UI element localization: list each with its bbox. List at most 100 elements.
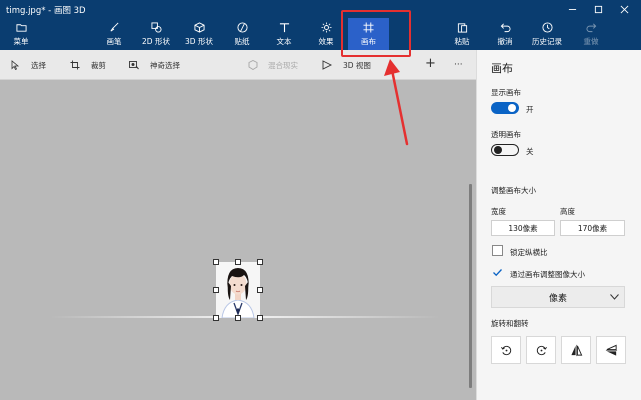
check-icon[interactable] [492,267,503,278]
annotation-arrow [384,59,409,146]
magic-select-label: 神奇选择 [150,60,180,70]
3d-view-icon [322,60,332,70]
paste-label: 粘贴 [454,36,470,46]
resize-handle-bottom-left[interactable] [213,315,219,321]
width-label: 宽度 [491,207,506,216]
rotate-left-button[interactable] [491,336,521,364]
history-button[interactable]: 历史记录 [529,18,565,50]
window-title: timg.jpg* - 画图 3D [6,6,86,16]
tab-effects[interactable]: 效果 [312,18,340,50]
show-canvas-toggle[interactable] [491,102,519,114]
mixed-reality-tool[interactable]: 混合现实 [248,58,298,72]
crop-icon [70,60,80,70]
transparent-canvas-label: 透明画布 [491,130,521,139]
rotate-right-icon [536,345,547,355]
add-button[interactable]: + [425,55,436,71]
select-tool[interactable]: 选择 [10,58,46,72]
unit-value: 像素 [548,293,567,304]
vertical-scrollbar[interactable] [469,184,472,388]
transparent-canvas-toggle[interactable] [491,144,519,156]
history-icon [541,21,553,33]
toggle-knob [494,145,502,154]
undo-label: 撤消 [497,36,513,46]
unit-dropdown[interactable]: 像素 [491,286,625,308]
resize-canvas-header: 调整画布大小 [491,186,536,195]
tab-brushes-label: 画笔 [106,36,122,46]
tab-stickers[interactable]: 贴纸 [228,18,256,50]
mixed-reality-label: 混合现实 [268,60,298,70]
mixed-reality-icon [248,60,258,70]
redo-label: 重做 [583,36,599,46]
canvas-image[interactable] [216,262,260,318]
cube-icon [193,21,205,33]
resize-image-label: 通过画布调整图像大小 [510,270,585,279]
tab-text-label: 文本 [276,36,292,46]
resize-handle-top-left[interactable] [213,259,219,265]
flip-vertical-icon [605,344,617,356]
tab-effects-label: 效果 [318,36,334,46]
more-options-button[interactable]: ··· [454,58,463,72]
magic-select-icon [129,61,139,70]
panel-title: 画布 [491,62,513,75]
height-input[interactable]: 170像素 [560,220,625,236]
sticker-icon [236,21,248,33]
tab-2d-shapes[interactable]: 2D 形状 [138,18,174,50]
tab-text[interactable]: 文本 [270,18,298,50]
width-input[interactable]: 130像素 [491,220,555,236]
redo-icon [586,23,596,32]
tab-3d-shapes-label: 3D 形状 [185,36,213,46]
lock-aspect-label: 锁定纵横比 [510,248,548,257]
paint3d-window: timg.jpg* - 画图 3D 菜单 画笔 2D 形状 3D 形状 贴纸 文… [0,0,641,400]
resize-handle-left[interactable] [213,287,219,293]
menu-label: 菜单 [13,36,29,46]
3d-view-label: 3D 视图 [343,60,371,70]
resize-handle-top-right[interactable] [257,259,263,265]
undo-button[interactable]: 撤消 [493,18,517,50]
paste-button[interactable]: 粘贴 [450,18,474,50]
flip-horizontal-button[interactable] [561,336,591,364]
close-button[interactable] [614,2,634,16]
show-canvas-state: 开 [526,105,534,114]
resize-handle-bottom-right[interactable] [257,315,263,321]
3d-view-toggle[interactable]: 3D 视图 [322,58,371,72]
crop-tool[interactable]: 裁剪 [70,58,106,72]
redo-button[interactable]: 重做 [579,18,603,50]
show-canvas-label: 显示画布 [491,88,521,97]
2d-shapes-icon [150,21,162,33]
resize-handle-right[interactable] [257,287,263,293]
flip-vertical-button[interactable] [596,336,626,364]
history-label: 历史记录 [532,36,562,46]
annotation-highlight-box [341,10,411,57]
magic-select-tool[interactable]: 神奇选择 [129,58,180,72]
transparent-canvas-state: 关 [526,147,534,156]
cursor-icon [11,60,20,70]
minimize-icon [568,8,576,10]
rotate-right-button[interactable] [526,336,556,364]
tab-3d-shapes[interactable]: 3D 形状 [181,18,217,50]
tab-2d-shapes-label: 2D 形状 [142,36,170,46]
ribbon: 菜单 画笔 2D 形状 3D 形状 贴纸 文本 效果 画布 粘贴 撤消 历史记录… [0,18,641,50]
maximize-button[interactable] [588,2,608,16]
more-icon: ··· [454,60,463,70]
toggle-knob [508,104,516,112]
tab-brushes[interactable]: 画笔 [100,18,128,50]
top-bar: timg.jpg* - 画图 3D 菜单 画笔 2D 形状 3D 形状 贴纸 文… [0,0,641,50]
undo-icon [500,23,510,32]
lock-aspect-checkbox[interactable] [492,245,503,256]
flip-horizontal-icon [570,344,582,356]
chevron-down-icon [610,294,619,300]
title-bar: timg.jpg* - 画图 3D [0,0,641,18]
minimize-button[interactable] [562,2,582,16]
resize-handle-bottom[interactable] [235,315,241,321]
add-icon: + [425,55,436,71]
effects-icon [320,21,332,33]
maximize-icon [594,5,602,13]
tab-stickers-label: 贴纸 [234,36,250,46]
folder-icon [15,23,27,32]
resize-handle-top[interactable] [235,259,241,265]
portrait-photo [216,262,260,318]
close-icon [620,5,628,13]
menu-button[interactable]: 菜单 [6,18,36,50]
rotate-flip-header: 旋转和翻转 [491,319,529,328]
brush-icon [109,22,118,32]
